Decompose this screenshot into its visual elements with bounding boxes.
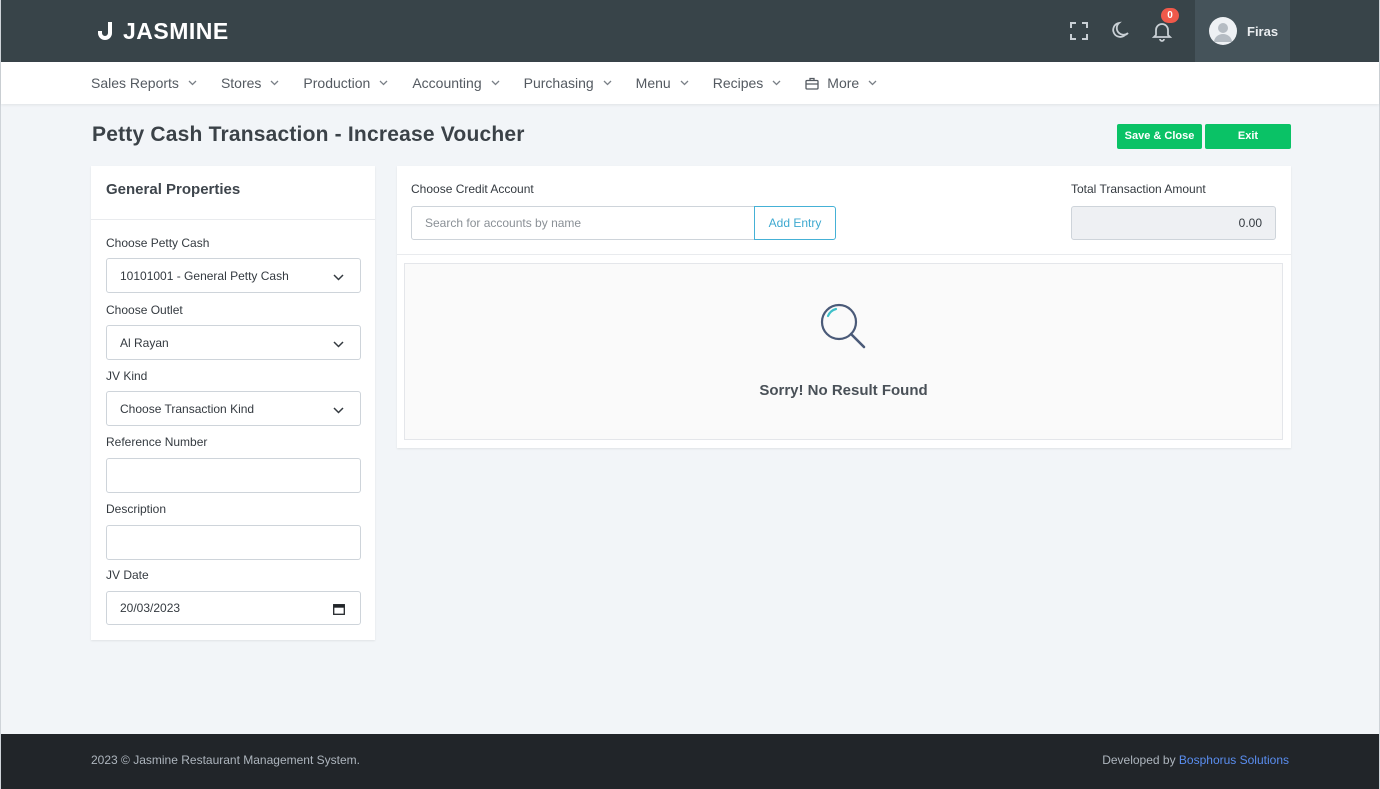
moon-icon[interactable]	[1110, 20, 1132, 42]
briefcase-icon	[805, 77, 819, 90]
nav-label: Recipes	[712, 75, 764, 91]
nav-label: Stores	[220, 75, 262, 91]
nav-label: Accounting	[412, 75, 482, 91]
jv-kind-select[interactable]: Choose Transaction Kind	[106, 391, 361, 426]
entries-empty-state: Sorry! No Result Found	[404, 263, 1283, 440]
nav-item-sales-reports[interactable]: Sales Reports	[91, 75, 197, 91]
page-title: Petty Cash Transaction - Increase Vouche…	[92, 123, 525, 146]
user-icon	[1214, 23, 1232, 42]
save-close-button[interactable]: Save & Close	[1117, 124, 1202, 149]
nav-label: More	[827, 75, 860, 91]
nav-item-accounting[interactable]: Accounting	[412, 75, 500, 91]
petty-cash-select[interactable]: 10101001 - General Petty Cash	[106, 258, 361, 293]
chevron-down-icon	[379, 80, 388, 86]
chevron-down-icon	[333, 274, 344, 281]
chevron-down-icon	[333, 341, 344, 348]
nav-item-stores[interactable]: Stores	[221, 75, 279, 91]
brand-name: JASMINE	[123, 17, 229, 44]
nav-item-purchasing[interactable]: Purchasing	[524, 75, 612, 91]
jv-date-label: JV Date	[106, 568, 149, 582]
chevron-down-icon	[772, 80, 781, 86]
chevron-down-icon	[603, 80, 612, 86]
nav-label: Production	[303, 75, 371, 91]
petty-cash-label: Choose Petty Cash	[106, 236, 210, 250]
main-nav: Sales Reports Stores Production Accounti…	[1, 62, 1379, 104]
chevron-down-icon	[333, 407, 344, 414]
exit-button[interactable]: Exit	[1205, 124, 1291, 149]
entries-card: Choose Credit Account Search for account…	[397, 166, 1291, 448]
card-title: General Properties	[91, 166, 375, 220]
brand-logo[interactable]: JASMINE	[96, 17, 229, 45]
outlet-value: Al Rayan	[120, 335, 169, 350]
jv-date-value: 20/03/2023	[120, 601, 181, 615]
jv-kind-label: JV Kind	[106, 369, 148, 383]
reference-label: Reference Number	[106, 435, 208, 449]
total-amount-label: Total Transaction Amount	[1071, 182, 1206, 196]
chevron-down-icon	[868, 80, 877, 86]
description-label: Description	[106, 502, 167, 516]
nav-label: Purchasing	[523, 75, 594, 91]
description-input[interactable]	[106, 525, 361, 560]
bell-icon[interactable]	[1151, 20, 1173, 42]
nav-label: Sales Reports	[91, 75, 179, 91]
nav-label: Menu	[635, 75, 671, 91]
user-name: Firas	[1247, 23, 1279, 39]
nav-item-more[interactable]: More	[805, 75, 877, 91]
developer-link[interactable]: Bosphorus Solutions	[1179, 753, 1289, 767]
footer: 2023 © Jasmine Restaurant Management Sys…	[1, 734, 1379, 789]
general-properties-card: General Properties Choose Petty Cash 101…	[91, 166, 375, 640]
reference-number-input[interactable]	[106, 458, 361, 493]
chevron-down-icon	[270, 80, 279, 86]
chevron-down-icon	[491, 80, 500, 86]
nav-item-menu[interactable]: Menu	[636, 75, 689, 91]
empty-message: Sorry! No Result Found	[759, 382, 928, 399]
jasmine-logo-icon	[98, 22, 112, 40]
account-search-placeholder: Search for accounts by name	[425, 216, 582, 230]
petty-cash-value: 10101001 - General Petty Cash	[120, 268, 289, 283]
avatar	[1209, 17, 1237, 45]
fullscreen-icon[interactable]	[1068, 20, 1090, 42]
footer-copyright: 2023 © Jasmine Restaurant Management Sys…	[91, 753, 360, 767]
top-header: JASMINE 0 Firas	[1, 0, 1379, 62]
search-icon	[820, 303, 866, 349]
nav-item-recipes[interactable]: Recipes	[713, 75, 782, 91]
add-entry-button[interactable]: Add Entry	[754, 206, 836, 240]
nav-item-production[interactable]: Production	[303, 75, 388, 91]
credit-account-label: Choose Credit Account	[411, 182, 534, 196]
calendar-icon[interactable]	[333, 603, 345, 615]
outlet-label: Choose Outlet	[106, 303, 183, 317]
developed-by-text: Developed by	[1102, 753, 1176, 767]
footer-credit: Developed by Bosphorus Solutions	[1102, 753, 1289, 767]
jv-kind-value: Choose Transaction Kind	[120, 401, 255, 416]
total-amount-field: 0.00	[1071, 206, 1276, 240]
notification-badge: 0	[1161, 8, 1179, 23]
divider	[397, 254, 1291, 255]
account-search-input[interactable]: Search for accounts by name	[411, 206, 755, 240]
user-menu[interactable]: Firas	[1195, 0, 1290, 62]
chevron-down-icon	[680, 80, 689, 86]
outlet-select[interactable]: Al Rayan	[106, 325, 361, 360]
chevron-down-icon	[188, 80, 197, 86]
jv-date-input[interactable]: 20/03/2023	[106, 591, 361, 625]
